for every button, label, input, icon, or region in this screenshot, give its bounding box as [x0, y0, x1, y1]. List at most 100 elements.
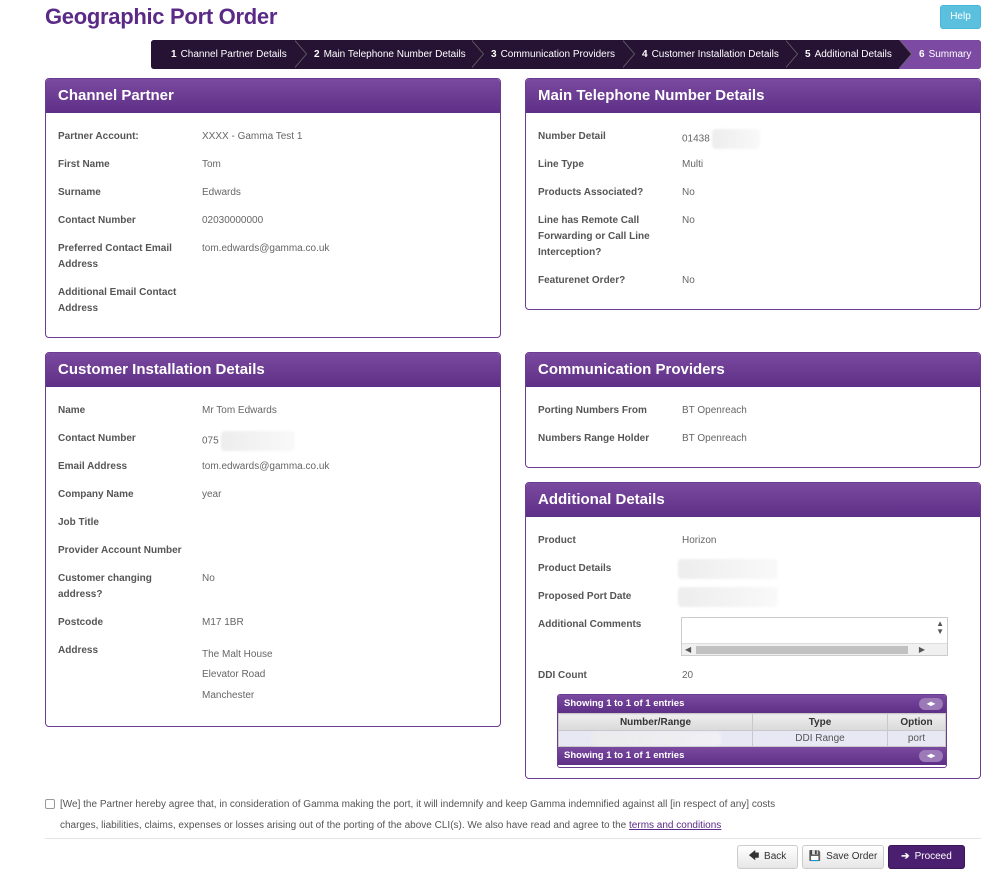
save-order-button[interactable]: 💾 Save Order [802, 845, 884, 869]
field-label: Provider Account Number [58, 545, 182, 556]
field-value [678, 587, 778, 607]
customer-install-panel: Customer Installation Details Name Mr To… [45, 352, 501, 727]
field-value: M17 1BR [202, 617, 244, 628]
ddi-table-panel: Showing 1 to 1 of 1 entries ◂▸ Number/Ra… [557, 694, 947, 768]
field-label: Line has Remote Call Forwarding or Call … [538, 215, 650, 258]
redacted-block [220, 431, 295, 451]
column-header[interactable]: Option [887, 713, 946, 731]
field-value: 01438 [682, 129, 760, 149]
step-customer-install[interactable]: 4 Customer Installation Details [622, 40, 798, 69]
field-value: 075 [202, 431, 295, 451]
field-label: Product [538, 535, 576, 546]
field-label: Postcode [58, 617, 104, 628]
field-label: Numbers Range Holder [538, 433, 650, 444]
field-value: Mr Tom Edwards [202, 405, 277, 416]
field-value: Multi [682, 159, 704, 170]
step-main-number[interactable]: 2 Main Telephone Number Details [294, 40, 484, 69]
field-label: Additional Comments [538, 619, 642, 630]
comm-providers-panel: Communication Providers Porting Numbers … [525, 352, 981, 468]
field-label: Surname [58, 187, 101, 198]
save-icon: 💾 [808, 851, 822, 862]
field-label: Partner Account: [58, 131, 139, 142]
field-value: No [682, 215, 695, 226]
redacted-block [711, 129, 760, 149]
field-label: Email Address [58, 461, 128, 472]
field-label: DDI Count [538, 670, 587, 681]
scroll-right-arrow[interactable]: ▶ [919, 644, 925, 656]
field-label: Product Details [538, 563, 612, 574]
step-additional[interactable]: 5 Additional Details [785, 40, 912, 69]
additional-comments-textarea[interactable]: ▲ ▼ ◀ ▶ [681, 617, 948, 656]
field-value: BT Openreach [682, 405, 747, 416]
ddi-info-top: Showing 1 to 1 of 1 entries ◂▸ [558, 695, 946, 713]
table-row: DDI Range port [558, 730, 946, 747]
column-header[interactable]: Number/Range [558, 713, 753, 731]
divider [45, 838, 981, 839]
address-line: Elevator Road [202, 669, 266, 680]
field-value: No [682, 275, 695, 286]
horizontal-scrollbar[interactable]: ◀ ▶ [682, 643, 947, 655]
additional-panel: Additional Details Product Horizon Produ… [525, 482, 981, 779]
field-value: Tom [202, 159, 221, 170]
customer-install-title: Customer Installation Details [46, 353, 500, 387]
field-label: First Name [58, 159, 110, 170]
field-label: Line Type [538, 159, 584, 170]
field-value: Edwards [202, 187, 241, 198]
agree-checkbox[interactable] [45, 799, 55, 809]
address-line: Manchester [202, 690, 255, 701]
scroll-down-arrow[interactable]: ▼ [936, 626, 944, 638]
field-value: BT Openreach [682, 433, 747, 444]
field-value: tom.edwards@gamma.co.uk [202, 243, 330, 254]
main-number-panel: Main Telephone Number Details Number Det… [525, 78, 981, 310]
ddi-type-cell: DDI Range [752, 730, 888, 747]
field-label: Name [58, 405, 86, 416]
step-comm-providers[interactable]: 3 Communication Providers [471, 40, 635, 69]
field-label: Contact Number [58, 215, 136, 226]
field-value: No [682, 187, 695, 198]
arrow-right-icon: ➔ [901, 851, 910, 862]
pager-arrows[interactable]: ◂▸ [919, 698, 943, 710]
arrow-left-icon: 🡄 [748, 851, 760, 862]
field-label: Preferred Contact Email Address [58, 243, 172, 270]
proceed-button[interactable]: ➔ Proceed [888, 845, 965, 869]
redacted-block [678, 587, 778, 607]
column-header[interactable]: Type [752, 713, 888, 731]
ddi-table: Number/Range Type Option DDI Range port [558, 713, 946, 747]
field-label: Additional Email Contact Address [58, 287, 177, 314]
help-button[interactable]: Help [940, 5, 981, 29]
field-label: Address [58, 645, 99, 656]
page-title: Geographic Port Order [45, 4, 278, 29]
field-label: Customer changing address? [58, 573, 152, 600]
scroll-left-arrow[interactable]: ◀ [685, 644, 691, 656]
scrollbar-thumb[interactable] [696, 646, 908, 654]
field-value: tom.edwards@gamma.co.uk [202, 461, 330, 472]
ddi-info-bottom: Showing 1 to 1 of 1 entries ◂▸ [558, 747, 946, 765]
field-value: 02030000000 [202, 215, 264, 226]
redacted-block [590, 731, 721, 746]
main-number-title: Main Telephone Number Details [526, 79, 980, 113]
step-channel-partner[interactable]: 1 Channel Partner Details [151, 40, 307, 69]
field-label: Number Detail [538, 131, 606, 142]
field-value: 20 [682, 670, 694, 681]
address-line: The Malt House [202, 649, 273, 660]
channel-partner-panel: Channel Partner Partner Account: XXXX - … [45, 78, 501, 338]
redacted-block [678, 559, 778, 579]
back-button[interactable]: 🡄 Back [737, 845, 798, 869]
field-label: Company Name [58, 489, 134, 500]
field-value: XXXX - Gamma Test 1 [202, 131, 303, 142]
ddi-option-cell: port [887, 730, 946, 747]
pager-arrows[interactable]: ◂▸ [919, 750, 943, 762]
field-label: Contact Number [58, 433, 136, 444]
field-label: Job Title [58, 517, 99, 528]
comm-providers-title: Communication Providers [526, 353, 980, 387]
terms-link[interactable]: terms and conditions [629, 820, 721, 831]
wizard-steps: 1 Channel Partner Details 2 Main Telephone… [151, 40, 981, 69]
channel-partner-title: Channel Partner [46, 79, 500, 113]
additional-title: Additional Details [526, 483, 980, 517]
field-label: Proposed Port Date [538, 591, 632, 602]
field-value: Horizon [682, 535, 717, 546]
field-label: Porting Numbers From [538, 405, 647, 416]
field-label: Featurenet Order? [538, 275, 626, 286]
field-value: No [202, 573, 215, 584]
agreement-text: [We] the Partner hereby agree that, in c… [60, 799, 776, 831]
